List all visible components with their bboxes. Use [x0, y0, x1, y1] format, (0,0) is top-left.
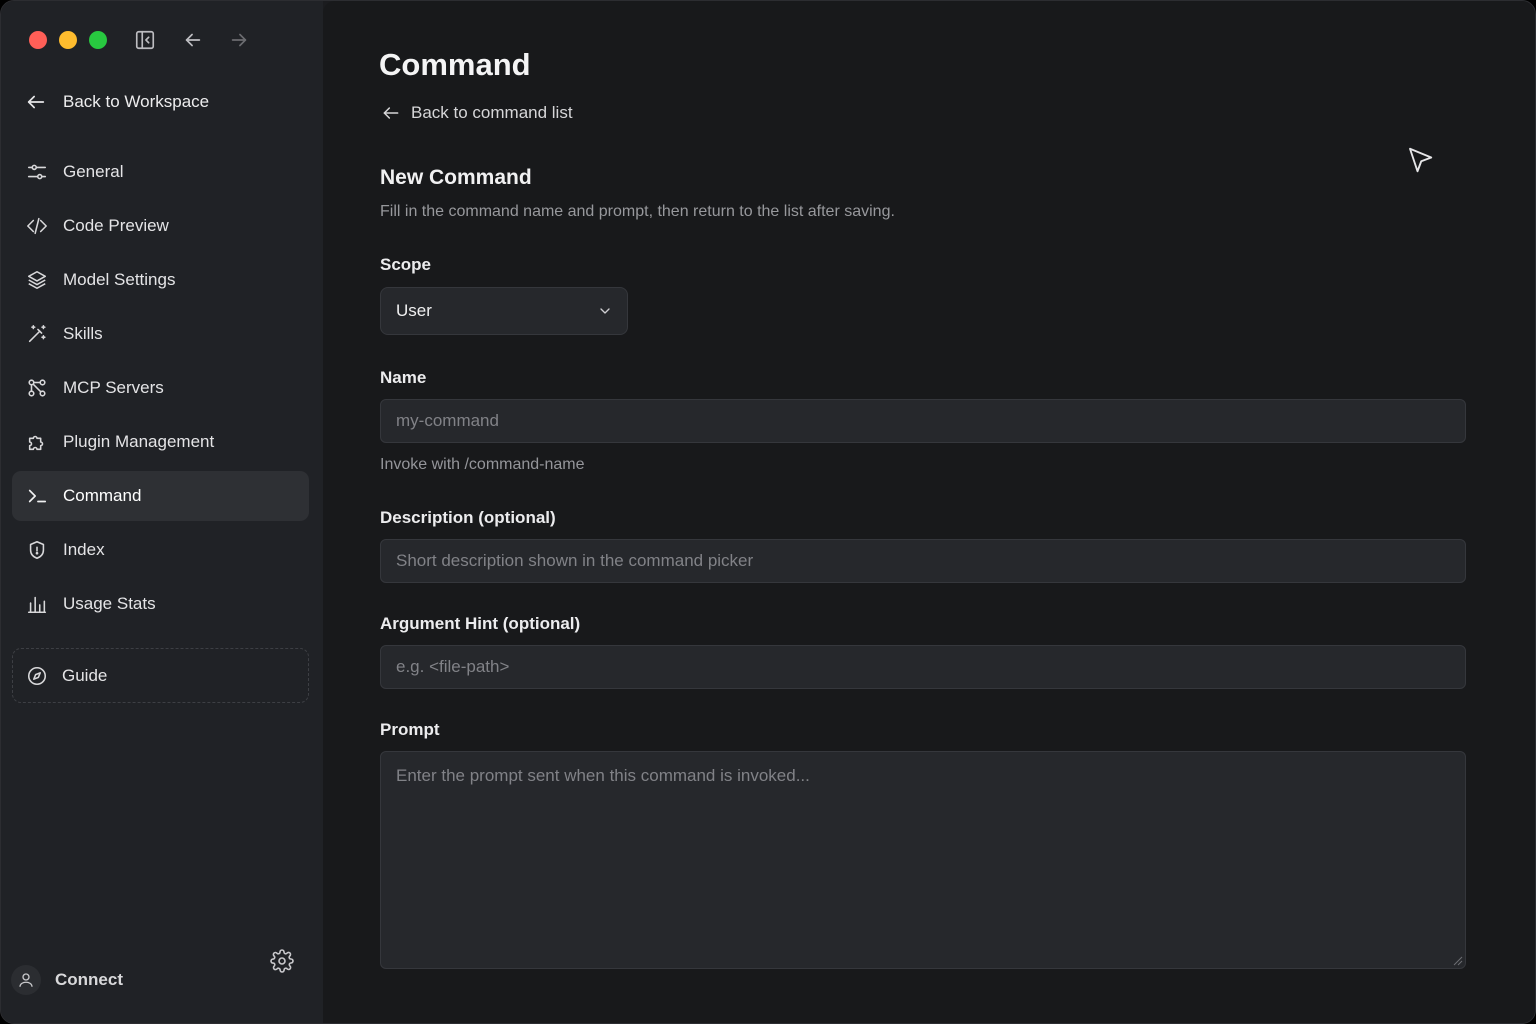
sidebar-item-code-preview[interactable]: Code Preview: [12, 201, 309, 251]
scope-selected-value: User: [396, 301, 432, 320]
forward-arrow-icon[interactable]: [227, 28, 251, 52]
minimize-window-button[interactable]: [59, 31, 77, 49]
user-icon: [19, 973, 33, 987]
page-title: Command: [379, 47, 531, 82]
sidebar: Back to Workspace General Code Preview M…: [1, 1, 323, 1023]
sliders-icon: [25, 160, 49, 184]
back-arrow-icon[interactable]: [181, 28, 205, 52]
main-content: Command Back to command list New Command…: [323, 1, 1535, 1023]
sidebar-item-mcp-servers[interactable]: MCP Servers: [12, 363, 309, 413]
sidebar-item-label: Skills: [63, 324, 103, 343]
magic-wand-icon: [25, 322, 49, 346]
app-window: Back to Workspace General Code Preview M…: [0, 0, 1536, 1024]
sidebar-item-label: General: [63, 162, 124, 181]
sidebar-item-label: Usage Stats: [63, 594, 156, 613]
sidebar-item-model-settings[interactable]: Model Settings: [12, 255, 309, 305]
connect-label: Connect: [55, 970, 123, 989]
description-label: Description (optional): [380, 508, 556, 527]
name-input[interactable]: [380, 399, 1466, 443]
user-account[interactable]: Connect: [11, 965, 123, 995]
cursor-arrow-icon: [1409, 147, 1433, 173]
settings-nav: General Code Preview Model Settings Skil…: [12, 147, 309, 633]
sidebar-item-skills[interactable]: Skills: [12, 309, 309, 359]
prompt-label: Prompt: [380, 720, 440, 739]
sidebar-item-plugin-management[interactable]: Plugin Management: [12, 417, 309, 467]
back-to-workspace-label: Back to Workspace: [63, 92, 210, 111]
name-hint: Invoke with /command-name: [380, 456, 585, 473]
window-controls: [29, 31, 107, 49]
back-to-command-list-link[interactable]: Back to command list: [381, 103, 573, 123]
argument-hint-input[interactable]: [380, 645, 1466, 689]
sidebar-item-label: Index: [63, 540, 105, 559]
close-window-button[interactable]: [29, 31, 47, 49]
arrow-left-icon: [383, 107, 399, 119]
name-label: Name: [380, 368, 427, 387]
gear-icon[interactable]: [269, 948, 295, 974]
guide-button[interactable]: Guide: [12, 648, 309, 703]
sidebar-item-label: MCP Servers: [63, 378, 164, 397]
chevron-down-icon: [600, 308, 610, 314]
sidebar-item-label: Code Preview: [63, 216, 169, 235]
avatar: [11, 965, 41, 995]
arrow-left-icon: [27, 95, 45, 109]
back-to-workspace-link[interactable]: Back to Workspace: [25, 87, 209, 117]
maximize-window-button[interactable]: [89, 31, 107, 49]
sidebar-toggle-icon[interactable]: [133, 28, 157, 52]
shield-icon: [25, 538, 49, 562]
terminal-icon: [25, 484, 49, 508]
description-input[interactable]: [380, 539, 1466, 583]
puzzle-icon: [25, 430, 49, 454]
sidebar-item-general[interactable]: General: [12, 147, 309, 197]
layers-icon: [25, 268, 49, 292]
nodes-icon: [25, 376, 49, 400]
scope-label: Scope: [380, 255, 432, 274]
sidebar-item-label: Model Settings: [63, 270, 176, 289]
section-title: New Command: [380, 166, 532, 189]
compass-icon: [27, 666, 47, 685]
sidebar-item-label: Plugin Management: [63, 432, 215, 451]
prompt-textarea[interactable]: [380, 751, 1466, 969]
back-to-command-list-label: Back to command list: [411, 103, 573, 122]
sidebar-item-command[interactable]: Command: [12, 471, 309, 521]
argument-hint-label: Argument Hint (optional): [380, 614, 581, 633]
scope-select[interactable]: User: [380, 287, 628, 335]
resize-grip-icon[interactable]: [1453, 956, 1463, 966]
section-description: Fill in the command name and prompt, the…: [380, 203, 895, 220]
code-icon: [25, 214, 49, 238]
sidebar-item-index[interactable]: Index: [12, 525, 309, 575]
sidebar-item-label: Command: [63, 486, 142, 505]
bar-chart-icon: [25, 592, 49, 616]
guide-label: Guide: [62, 665, 108, 685]
sidebar-item-usage-stats[interactable]: Usage Stats: [12, 579, 309, 629]
